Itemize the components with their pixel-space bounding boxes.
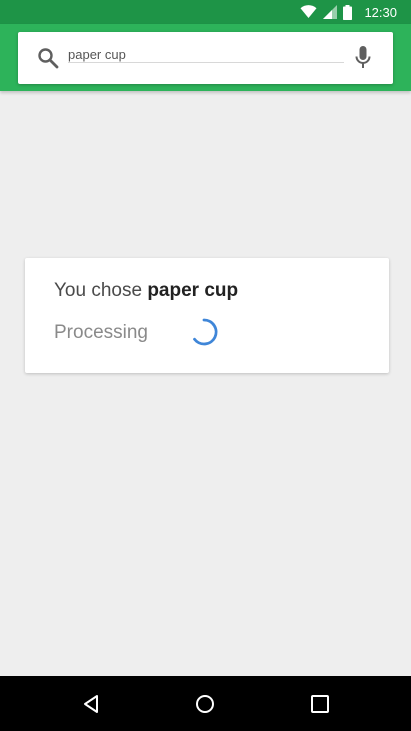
spinner-icon xyxy=(193,318,218,346)
mic-icon[interactable] xyxy=(355,46,371,75)
search-input[interactable] xyxy=(68,45,344,63)
back-button[interactable] xyxy=(61,676,121,731)
wifi-icon xyxy=(300,5,317,18)
battery-icon xyxy=(343,4,353,20)
back-icon xyxy=(84,694,98,713)
search-icon[interactable] xyxy=(37,47,59,74)
home-button[interactable] xyxy=(175,676,235,731)
search-underline xyxy=(68,62,344,63)
recents-button[interactable] xyxy=(290,676,350,731)
cell-signal-icon xyxy=(323,5,338,19)
result-card: You chose paper cup Processing xyxy=(25,258,389,373)
choice-line: You chose paper cup xyxy=(54,280,238,302)
status-icons: 12:30 xyxy=(300,0,411,24)
status-bar: 12:30 xyxy=(0,0,411,24)
choice-value: paper cup xyxy=(147,280,239,301)
home-icon xyxy=(196,694,214,713)
nav-bar xyxy=(0,676,411,731)
status-time: 12:30 xyxy=(364,4,397,20)
search-box[interactable] xyxy=(18,32,393,84)
choice-prefix: You chose xyxy=(54,280,143,301)
recents-icon xyxy=(311,694,329,713)
processing-text: Processing xyxy=(54,322,148,343)
